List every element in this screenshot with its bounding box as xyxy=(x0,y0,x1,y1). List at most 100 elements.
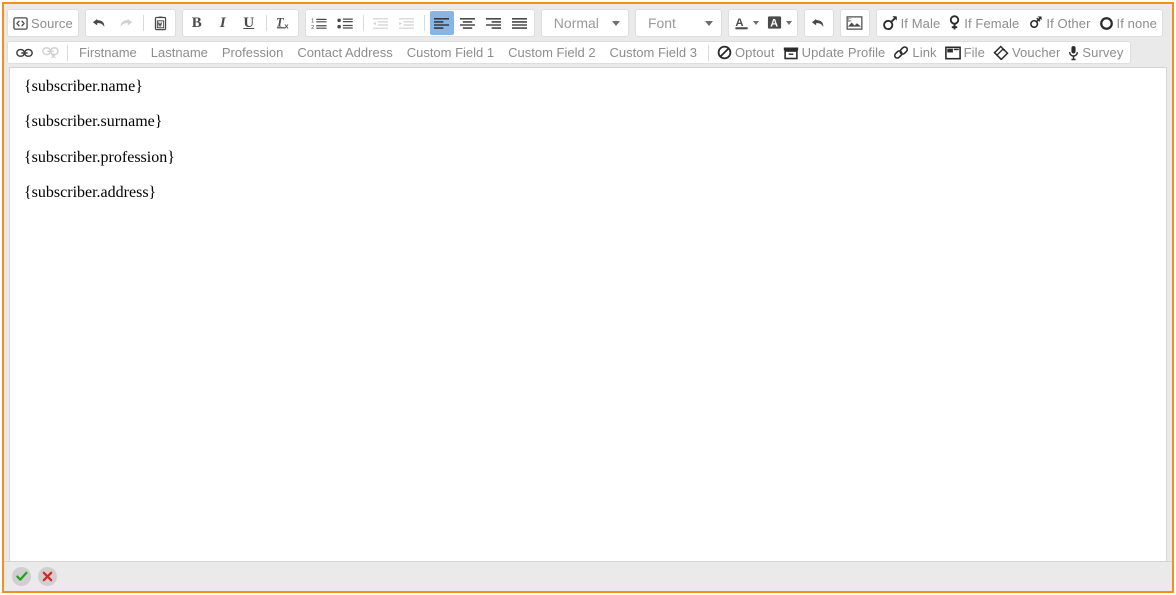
italic-label: I xyxy=(219,14,226,31)
source-button[interactable]: Source xyxy=(10,11,76,35)
content-paragraph[interactable]: {subscriber.profession} xyxy=(24,149,1152,167)
insert-image-button[interactable]: E xyxy=(843,11,867,35)
font-name-value: Font xyxy=(647,15,676,31)
paragraph-format-value: Normal xyxy=(553,15,599,31)
editor-content-area[interactable]: {subscriber.name} {subscriber.surname} {… xyxy=(9,67,1167,561)
image-icon: E xyxy=(846,15,863,31)
microphone-icon xyxy=(1068,45,1079,61)
merge-field-custom-2[interactable]: Custom Field 2 xyxy=(502,42,601,64)
toolbar-group-clipboard xyxy=(84,9,176,37)
text-color-icon: A xyxy=(734,15,750,31)
editor-content-wrapper: {subscriber.name} {subscriber.surname} {… xyxy=(4,67,1172,561)
align-center-button[interactable] xyxy=(456,11,480,35)
toolbar-group-paragraph: 1 2 xyxy=(304,9,535,37)
align-left-icon xyxy=(433,16,450,31)
optout-prohibited-icon xyxy=(717,45,732,60)
background-color-icon: A xyxy=(767,15,783,31)
toolbar-group-personalization: Firstname Lastname Profession Contact Ad… xyxy=(7,41,1132,65)
chevron-down-icon xyxy=(704,20,713,26)
remove-format-icon: T x xyxy=(275,15,292,31)
close-icon xyxy=(42,571,53,582)
if-other-label: If Other xyxy=(1046,15,1091,31)
content-paragraph[interactable]: {subscriber.name} xyxy=(24,78,1152,96)
merge-field-firstname[interactable]: Firstname xyxy=(73,42,143,64)
if-female-button[interactable]: If Female xyxy=(945,11,1022,35)
male-symbol-icon xyxy=(882,15,898,31)
chevron-down-icon xyxy=(752,21,759,25)
numbered-list-button[interactable]: 1 2 xyxy=(308,11,332,35)
merge-field-lastname[interactable]: Lastname xyxy=(145,42,214,64)
toolbar-group-document: Source xyxy=(7,9,79,37)
indent-button[interactable] xyxy=(395,11,419,35)
align-right-icon xyxy=(485,16,502,31)
if-none-label: If none xyxy=(1116,15,1157,31)
svg-text:1: 1 xyxy=(311,18,314,24)
toolbar-separator xyxy=(362,15,364,31)
editor-bottom-bar xyxy=(4,561,1172,591)
link-button[interactable] xyxy=(12,41,36,65)
bold-button[interactable]: B xyxy=(185,11,209,35)
insert-voucher-button[interactable]: Voucher xyxy=(990,41,1063,65)
toolbar-separator xyxy=(423,15,425,31)
underline-button[interactable]: U xyxy=(237,11,261,35)
insert-survey-button[interactable]: Survey xyxy=(1065,41,1126,65)
if-female-label: If Female xyxy=(964,15,1020,31)
if-none-button[interactable]: If none xyxy=(1096,11,1160,35)
align-left-button[interactable] xyxy=(429,11,454,35)
merge-field-profession[interactable]: Profession xyxy=(216,42,289,64)
merge-field-contact-address[interactable]: Contact Address xyxy=(291,42,398,64)
paste-from-word-button[interactable] xyxy=(149,11,173,35)
update-profile-button[interactable]: Update Profile xyxy=(780,41,889,65)
italic-button[interactable]: I xyxy=(211,11,235,35)
toolbar-separator xyxy=(265,15,267,31)
justify-button[interactable] xyxy=(508,11,532,35)
link-chain-icon xyxy=(15,47,33,59)
align-center-icon xyxy=(459,16,476,31)
unlink-button[interactable] xyxy=(38,41,62,65)
toolbar-group-image: E xyxy=(839,9,870,37)
text-color-button[interactable]: A xyxy=(731,11,762,35)
voucher-tag-icon xyxy=(993,45,1009,60)
toolbar-row-primary: Source B I U T x 1 2 Normal Font A A E I… xyxy=(7,8,1169,40)
background-color-button[interactable]: A xyxy=(764,11,795,35)
editor-toolbar: Source B I U T x 1 2 Normal Font A A E I… xyxy=(4,4,1172,67)
insert-file-button[interactable]: File xyxy=(942,41,988,65)
merge-field-custom-1[interactable]: Custom Field 1 xyxy=(401,42,500,64)
svg-text:x: x xyxy=(285,22,290,31)
undo-arrow-button[interactable] xyxy=(807,11,831,35)
numbered-list-icon: 1 2 xyxy=(311,16,328,31)
editor-frame: Source B I U T x 1 2 Normal Font A A E I… xyxy=(2,2,1174,593)
undo-button[interactable] xyxy=(88,11,112,35)
paragraph-format-select[interactable]: Normal xyxy=(540,9,629,37)
source-button-label: Source xyxy=(31,15,73,31)
remove-format-button[interactable]: T x xyxy=(272,11,296,35)
optout-button[interactable]: Optout xyxy=(714,41,778,65)
toolbar-row-merge-fields: Firstname Lastname Profession Contact Ad… xyxy=(7,40,1169,67)
confirm-button[interactable] xyxy=(12,567,31,586)
content-paragraph[interactable]: {subscriber.address} xyxy=(24,184,1152,202)
toolbar-separator xyxy=(142,15,144,31)
circle-outline-icon xyxy=(1099,16,1114,31)
unlink-icon xyxy=(41,46,59,59)
redo-button[interactable] xyxy=(114,11,138,35)
insert-voucher-label: Voucher xyxy=(1012,45,1061,60)
outdent-button[interactable] xyxy=(369,11,393,35)
content-paragraph[interactable]: {subscriber.surname} xyxy=(24,113,1152,131)
insert-link-button[interactable]: Link xyxy=(890,41,939,65)
bulleted-list-button[interactable] xyxy=(334,11,358,35)
paste-word-icon xyxy=(153,15,168,31)
update-profile-box-icon xyxy=(783,46,799,60)
if-male-label: If Male xyxy=(900,15,941,31)
if-male-button[interactable]: If Male xyxy=(879,11,944,35)
checkmark-icon xyxy=(15,571,28,582)
justify-icon xyxy=(511,16,528,31)
if-other-button[interactable]: If Other xyxy=(1024,11,1093,35)
font-name-select[interactable]: Font xyxy=(634,9,722,37)
merge-field-custom-3[interactable]: Custom Field 3 xyxy=(604,42,703,64)
undo-arrow-icon xyxy=(810,16,827,31)
align-right-button[interactable] xyxy=(482,11,506,35)
cancel-button[interactable] xyxy=(38,567,57,586)
toolbar-group-gender-conditions: If Male If Female If Other If none xyxy=(875,9,1163,37)
bold-label: B xyxy=(191,14,202,31)
svg-text:A: A xyxy=(770,17,778,29)
